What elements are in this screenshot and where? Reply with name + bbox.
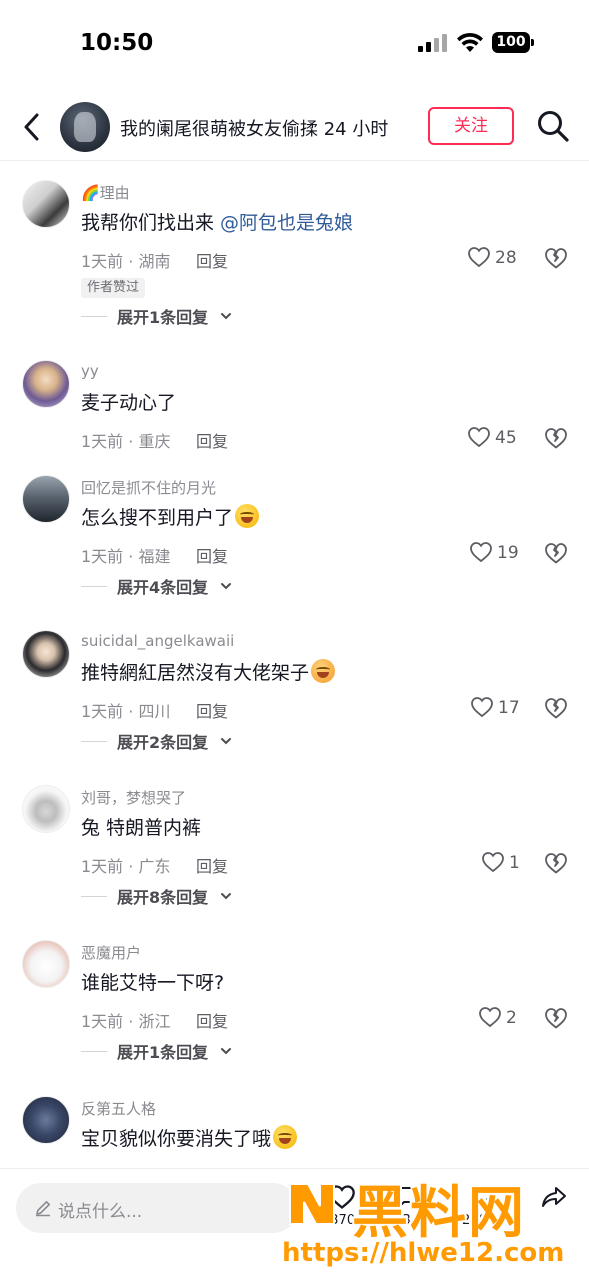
dislike-broken-heart-icon[interactable] xyxy=(543,426,569,450)
comment-text: 宝贝貌似你要消失了哦 xyxy=(81,1124,298,1151)
comment-input[interactable]: 说点什么... xyxy=(16,1183,298,1233)
comment-text: 麦子动心了 xyxy=(81,392,177,414)
commenter-name[interactable]: 恶魔用户 xyxy=(81,942,141,963)
expand-replies-label: 展开8条回复 xyxy=(117,888,209,907)
commenter-name[interactable]: suicidal_angelkawaii xyxy=(81,632,234,650)
comment-meta: 1天前 · 浙江 xyxy=(81,1012,171,1031)
heart-icon xyxy=(470,542,492,563)
reply-button[interactable]: 回复 xyxy=(196,543,228,567)
commenter-name[interactable]: 🌈理由 xyxy=(81,182,130,203)
status-time: 10:50 xyxy=(80,30,154,56)
comment-text: 我帮你们找出来 @阿包也是兔娘 xyxy=(81,212,354,234)
heart-icon xyxy=(471,697,493,718)
mention-link[interactable]: @阿包也是兔娘 xyxy=(220,212,353,234)
bar-like-count: 2370 xyxy=(322,1213,356,1228)
like-count: 2 xyxy=(506,1008,517,1028)
star-icon xyxy=(470,1185,494,1208)
commenter-name[interactable]: 反第五人格 xyxy=(81,1098,156,1119)
bar-comment-count: 283 xyxy=(386,1213,411,1228)
commenter-avatar[interactable] xyxy=(22,1096,70,1144)
pencil-icon xyxy=(36,1201,50,1217)
like-count: 1 xyxy=(509,853,520,873)
commenter-name[interactable]: 刘哥，梦想哭了 xyxy=(81,787,186,808)
commenter-avatar[interactable] xyxy=(22,630,70,678)
commenter-name[interactable]: 回忆是抓不住的月光 xyxy=(81,477,216,498)
bar-like-button[interactable]: 2370 xyxy=(310,1177,370,1237)
comment-text: 谁能艾特一下呀? xyxy=(81,972,225,994)
share-icon xyxy=(542,1187,566,1207)
heart-icon xyxy=(482,852,504,873)
status-bar: 10:50 100 xyxy=(0,0,589,88)
comment-input-placeholder: 说点什么... xyxy=(58,1202,143,1222)
like-count: 17 xyxy=(498,698,520,718)
battery-icon: 100 xyxy=(492,32,534,53)
reply-button[interactable]: 回复 xyxy=(196,853,228,877)
author-avatar[interactable] xyxy=(60,102,110,152)
comment-meta: 1天前 · 湖南 xyxy=(81,252,171,271)
bar-actions: 2370 283 200 xyxy=(310,1177,580,1237)
video-title[interactable]: 我的阑尾很萌被女友偷揉 24 小时 xyxy=(120,115,388,141)
comment-input-bar: 说点什么... 2370 283 200 xyxy=(0,1168,589,1280)
like-count: 45 xyxy=(495,428,517,448)
reply-button[interactable]: 回复 xyxy=(196,248,228,272)
reply-button[interactable]: 回复 xyxy=(196,428,228,452)
dislike-broken-heart-icon[interactable] xyxy=(543,696,569,720)
dislike-broken-heart-icon[interactable] xyxy=(543,1006,569,1030)
video-header: 我的阑尾很萌被女友偷揉 24 小时 关注 xyxy=(0,95,589,161)
comment-icon xyxy=(395,1187,417,1208)
dislike-broken-heart-icon[interactable] xyxy=(543,851,569,875)
dislike-broken-heart-icon[interactable] xyxy=(543,541,569,565)
comment-meta: 1天前 · 重庆 xyxy=(81,432,171,451)
comment-text: 推特網紅居然沒有大佬架子 xyxy=(81,658,336,685)
back-arrow-icon[interactable] xyxy=(18,109,46,145)
chevron-down-icon xyxy=(221,893,231,900)
battery-level: 100 xyxy=(492,32,530,53)
search-icon[interactable] xyxy=(536,109,570,143)
chevron-down-icon xyxy=(221,583,231,590)
dislike-broken-heart-icon[interactable] xyxy=(543,246,569,270)
expand-replies-label: 展开1条回复 xyxy=(117,308,209,327)
expand-replies-label: 展开1条回复 xyxy=(117,1043,209,1062)
comment-meta: 1天前 · 四川 xyxy=(81,702,171,721)
chevron-down-icon xyxy=(221,313,231,320)
comment-text: 兔 特朗普内裤 xyxy=(81,817,202,839)
laugh-cry-emoji-icon xyxy=(273,1125,298,1149)
chevron-down-icon xyxy=(221,738,231,745)
commenter-avatar[interactable] xyxy=(22,360,70,408)
heart-icon xyxy=(329,1185,355,1209)
commenter-avatar[interactable] xyxy=(22,940,70,988)
laugh-cry-emoji-icon xyxy=(235,504,260,528)
commenter-avatar[interactable] xyxy=(22,475,70,523)
chevron-down-icon xyxy=(221,1048,231,1055)
bar-favorite-button[interactable]: 200 xyxy=(450,1177,510,1237)
bar-share-button[interactable] xyxy=(522,1177,582,1237)
heart-icon xyxy=(468,247,490,268)
like-count: 19 xyxy=(497,543,519,563)
author-liked-badge: 作者赞过 xyxy=(81,278,146,298)
bar-favorite-count: 200 xyxy=(462,1213,487,1228)
commenter-avatar[interactable] xyxy=(22,785,70,833)
heart-icon xyxy=(479,1007,501,1028)
comment-text: 怎么搜不到用户了 xyxy=(81,503,260,530)
comment-meta: 1天前 · 福建 xyxy=(81,547,171,566)
bar-comment-button[interactable]: 283 xyxy=(374,1177,434,1237)
like-count: 28 xyxy=(495,248,517,268)
follow-button[interactable]: 关注 xyxy=(428,107,514,145)
expand-replies-label: 展开2条回复 xyxy=(117,733,209,752)
heart-icon xyxy=(468,427,490,448)
commenter-name[interactable]: yy xyxy=(81,362,99,380)
reply-button[interactable]: 回复 xyxy=(196,698,228,722)
reply-button[interactable]: 回复 xyxy=(196,1008,228,1032)
comment-meta: 1天前 · 广东 xyxy=(81,857,171,876)
commenter-avatar[interactable] xyxy=(22,180,70,228)
blush-emoji-icon xyxy=(311,659,336,683)
wifi-icon xyxy=(457,32,483,52)
expand-replies-label: 展开4条回复 xyxy=(117,578,209,597)
cellular-signal-icon xyxy=(418,34,448,52)
